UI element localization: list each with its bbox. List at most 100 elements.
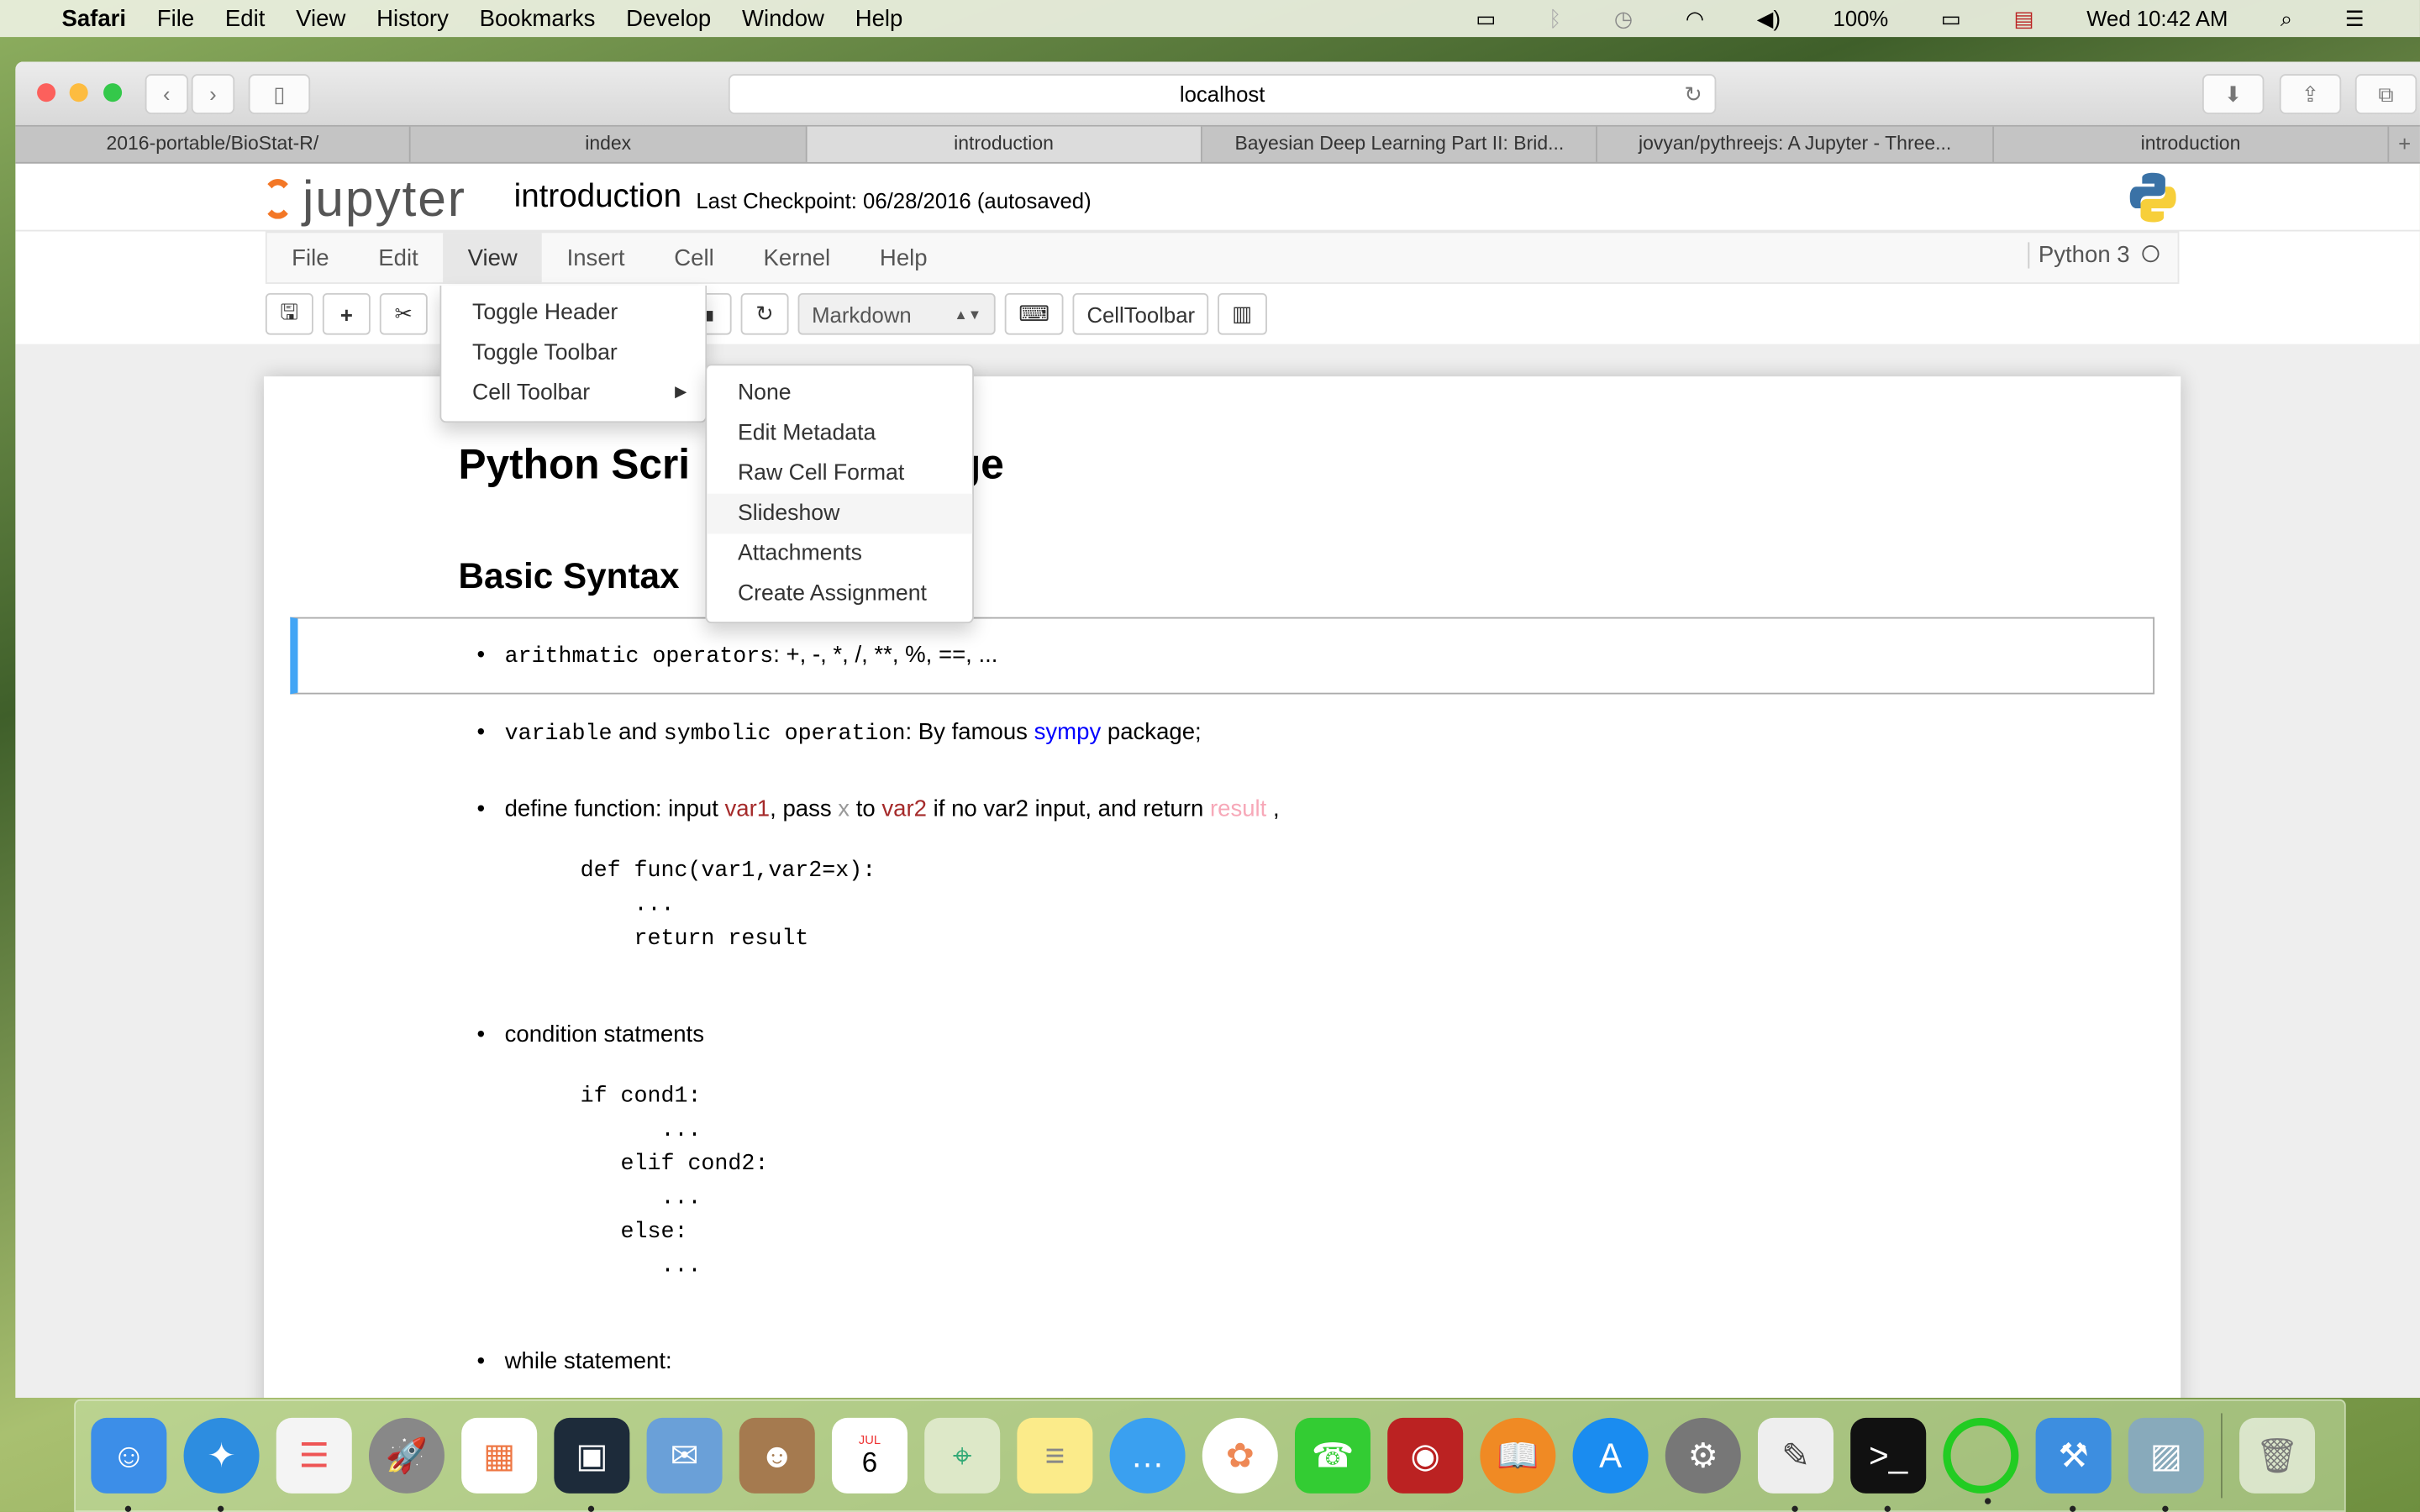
text: var2 <box>881 795 927 822</box>
contacts-icon[interactable]: ☻ <box>739 1417 815 1494</box>
menu-kernel[interactable]: Kernel <box>739 232 855 283</box>
screen-sharing-icon[interactable]: ▣ <box>554 1417 630 1512</box>
tab[interactable]: introduction <box>1993 126 2390 162</box>
wifi-icon[interactable]: ◠ <box>1686 5 1704 31</box>
menu-insert[interactable]: Insert <box>542 232 650 283</box>
notebook-name[interactable]: introduction <box>514 179 681 216</box>
ibooks-icon[interactable]: 📖 <box>1480 1417 1556 1494</box>
menu-edit[interactable]: Edit <box>225 5 265 31</box>
system-preferences-icon[interactable]: ⚙ <box>1665 1417 1741 1494</box>
notification-center-icon[interactable]: ☰ <box>2345 5 2365 31</box>
menu-cell[interactable]: Cell <box>650 232 739 283</box>
mac-menubar: Safari File Edit View History Bookmarks … <box>0 0 2420 38</box>
text: and <box>612 718 664 746</box>
tab[interactable]: 2016-portable/BioStat-R/ <box>15 126 412 162</box>
zoom-button[interactable] <box>103 83 123 102</box>
trash-icon[interactable]: 🗑 <box>2239 1417 2316 1494</box>
menu-item-toggle-toolbar[interactable]: Toggle Toolbar <box>441 333 705 374</box>
notes-icon[interactable]: ≡ <box>1017 1417 1093 1494</box>
photo-booth-icon[interactable]: ◉ <box>1387 1417 1464 1494</box>
tab[interactable]: jovyan/pythreejs: A Jupyter - Three... <box>1598 126 1994 162</box>
airplay-icon[interactable]: ▭ <box>1476 5 1496 31</box>
flag-icon[interactable]: ▤ <box>2013 5 2033 31</box>
tab-active[interactable]: introduction <box>807 126 1202 162</box>
menu-item-cell-toolbar[interactable]: Cell Toolbar ▶ <box>441 373 705 413</box>
submenu-item-none[interactable]: None <box>707 373 972 413</box>
terminal-icon[interactable]: >_ <box>1850 1417 1927 1512</box>
facetime-icon[interactable]: ☎ <box>1294 1417 1370 1494</box>
messages-icon[interactable]: … <box>1109 1417 1186 1494</box>
inline-code: arithmatic operators <box>504 644 774 670</box>
caret-right-icon: ▶ <box>675 384 687 402</box>
menu-help[interactable]: Help <box>855 5 903 31</box>
menu-item-toggle-header[interactable]: Toggle Header <box>441 293 705 333</box>
menu-edit[interactable]: Edit <box>354 232 443 283</box>
cell-type-select[interactable]: Markdown ▲▼ <box>797 292 996 335</box>
save-button[interactable]: 🖫 <box>265 292 313 335</box>
maps-icon[interactable]: ⌖ <box>924 1417 1001 1494</box>
menu-help[interactable]: Help <box>855 232 952 283</box>
insert-cell-button[interactable]: + <box>322 292 371 335</box>
launchpad-icon[interactable]: 🚀 <box>368 1417 445 1494</box>
app-grid-icon[interactable]: ▦ <box>461 1417 538 1494</box>
text: to <box>850 795 882 822</box>
cut-button[interactable]: ✂ <box>379 292 428 335</box>
volume-icon[interactable]: ◀) <box>1757 5 1781 31</box>
back-button[interactable]: ‹ <box>145 74 189 114</box>
sidebar-icon[interactable]: ▯ <box>248 74 311 114</box>
chart-button[interactable]: ▥ <box>1218 292 1267 335</box>
downloads-icon[interactable]: ⬇ <box>2202 74 2265 114</box>
address-bar[interactable]: localhost ↻ <box>728 74 1717 114</box>
photos-icon[interactable]: ✿ <box>1202 1417 1278 1494</box>
cell-toolbar-submenu: None Edit Metadata Raw Cell Format Slide… <box>705 364 974 624</box>
celltoolbar-button[interactable]: CellToolbar <box>1072 292 1209 335</box>
xcode-icon[interactable]: ⚒ <box>2035 1417 2112 1512</box>
tabs-overview-icon[interactable]: ⧉ <box>2354 74 2417 114</box>
battery-icon[interactable]: ▭ <box>1941 5 1961 31</box>
minimize-button[interactable] <box>69 83 88 102</box>
jupyter-logo[interactable]: jupyter <box>262 170 466 228</box>
menu-develop[interactable]: Develop <box>626 5 711 31</box>
sympy-link[interactable]: sympy <box>1034 719 1102 745</box>
restart-button[interactable]: ↻ <box>740 292 789 335</box>
cell-type-value: Markdown <box>812 302 912 327</box>
menu-file[interactable]: File <box>267 232 354 283</box>
time-machine-icon[interactable]: ◷ <box>1614 5 1633 31</box>
tab[interactable]: index <box>411 126 808 162</box>
menu-view[interactable]: View <box>296 5 345 31</box>
safari-icon[interactable]: ✦ <box>183 1417 260 1512</box>
image-capture-icon[interactable]: ▨ <box>2128 1417 2204 1512</box>
reminders-icon[interactable]: ☰ <box>276 1417 352 1494</box>
new-tab-button[interactable]: + <box>2389 127 2420 162</box>
clock[interactable]: Wed 10:42 AM <box>2086 6 2228 30</box>
finder-icon[interactable]: ☺ <box>91 1417 167 1512</box>
command-palette-button[interactable]: ⌨ <box>1004 292 1064 335</box>
share-icon[interactable]: ⇪ <box>2279 74 2342 114</box>
forward-button[interactable]: › <box>191 74 235 114</box>
menu-view[interactable]: View <box>443 232 543 284</box>
menu-app-safari[interactable]: Safari <box>61 5 126 31</box>
menu-window[interactable]: Window <box>742 5 824 31</box>
calendar-icon[interactable]: JUL 6 <box>831 1417 908 1494</box>
bluetooth-icon[interactable]: ᛒ <box>1549 6 1561 30</box>
kernel-name: Python 3 <box>2038 242 2130 269</box>
spotlight-icon[interactable]: ⌕ <box>2281 5 2292 31</box>
menu-history[interactable]: History <box>376 5 449 31</box>
menu-file[interactable]: File <box>157 5 194 31</box>
reload-icon[interactable]: ↻ <box>1684 76 1702 113</box>
preview-mail-icon[interactable]: ✉ <box>646 1417 723 1494</box>
submenu-item-edit-metadata[interactable]: Edit Metadata <box>707 413 972 454</box>
menu-bookmarks[interactable]: Bookmarks <box>480 5 596 31</box>
submenu-item-create-assignment[interactable]: Create Assignment <box>707 574 972 614</box>
submenu-item-slideshow[interactable]: Slideshow <box>707 493 973 534</box>
submenu-item-raw-cell-format[interactable]: Raw Cell Format <box>707 454 972 494</box>
section-heading: Basic Syntax <box>458 555 680 596</box>
app-store-icon[interactable]: A <box>1572 1417 1649 1494</box>
battery-percent[interactable]: 100% <box>1833 6 1889 30</box>
view-menu-dropdown: Toggle Header Toggle Toolbar Cell Toolba… <box>439 285 708 423</box>
tab[interactable]: Bayesian Deep Learning Part II: Brid... <box>1202 126 1598 162</box>
close-button[interactable] <box>37 83 56 102</box>
submenu-item-attachments[interactable]: Attachments <box>707 533 972 574</box>
textedit-icon[interactable]: ✎ <box>1758 1417 1833 1512</box>
circle-app-icon[interactable] <box>1943 1417 2019 1504</box>
